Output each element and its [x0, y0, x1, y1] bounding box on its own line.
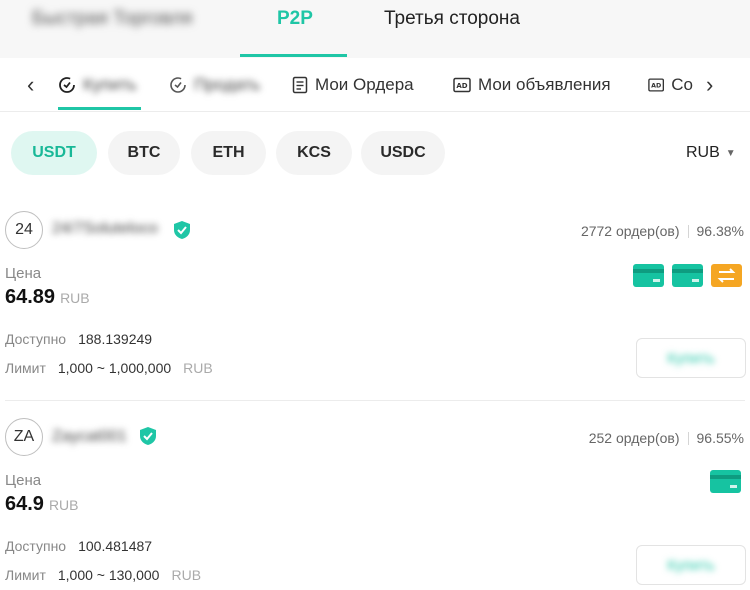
nav-buy[interactable]: Купить [58, 75, 137, 95]
caret-down-icon: ▼ [725, 147, 736, 159]
available-row: Доступно 100.481487 [5, 538, 152, 554]
currency-selector[interactable]: RUB ▼ [686, 144, 736, 162]
divider [687, 431, 689, 445]
price: 64.9 RUB [5, 493, 79, 516]
buy-button-label: Купить [667, 349, 715, 367]
merchant-name[interactable]: Zaycat001 [52, 428, 127, 446]
order-count: 252 ордер(ов) [588, 430, 680, 446]
nav-sell[interactable]: Продать [169, 75, 260, 95]
card-icon [672, 264, 703, 287]
sub-navigation: ‹ Купить Продать Мои Ордера AD Мои объяв… [0, 58, 750, 112]
card-icon [710, 470, 741, 493]
coin-chip-usdt[interactable]: USDT [11, 131, 97, 175]
coin-chip-eth[interactable]: ETH [191, 131, 266, 175]
price-value: 64.89 [5, 286, 56, 308]
chevron-right-icon[interactable]: › [706, 72, 713, 98]
active-tab-indicator [240, 54, 347, 57]
divider [687, 224, 689, 238]
avatar[interactable]: 24 [5, 211, 43, 249]
nav-buy-label: Купить [83, 75, 137, 94]
svg-text:AD: AD [456, 82, 467, 90]
buy-icon [59, 77, 75, 93]
available-value: 188.139249 [78, 331, 153, 347]
coin-chip-usdc[interactable]: USDC [361, 131, 445, 175]
price-label: Цена [5, 265, 42, 282]
order-count: 2772 ордер(ов) [580, 223, 680, 239]
nav-more-label: Со [671, 75, 693, 94]
available-row: Доступно 188.139249 [5, 331, 152, 347]
limit-currency: RUB [183, 360, 213, 376]
top-tab-bar: Быстрая Торговля P2P Третья сторона [0, 0, 750, 58]
buy-button[interactable]: Купить [636, 545, 746, 585]
limit-label: Лимит [5, 360, 46, 376]
merchant-stats: 2772 ордер(ов) 96.38% [581, 223, 744, 239]
orders-icon [292, 76, 308, 94]
price-label: Цена [5, 472, 42, 489]
merchant-name[interactable]: 24/7Soluteloco [52, 220, 158, 238]
nav-my-ads-label: Мои объявления [478, 75, 611, 94]
limit-value: 1,000 ~ 130,000 [57, 567, 160, 583]
limit-row: Лимит 1,000 ~ 130,000 RUB [5, 567, 201, 583]
svg-text:AD: AD [651, 83, 661, 90]
verified-shield-icon [140, 427, 156, 445]
nav-more[interactable]: AD Со [648, 75, 693, 95]
currency-label: RUB [686, 144, 720, 161]
ads-icon: AD [648, 78, 665, 92]
card-icon [633, 264, 664, 287]
coin-chip-btc[interactable]: BTC [108, 131, 180, 175]
available-value: 100.481487 [78, 538, 153, 554]
buy-button[interactable]: Купить [636, 338, 746, 378]
tab-quick-trade[interactable]: Быстрая Торговля [32, 8, 192, 30]
payment-methods [633, 264, 742, 287]
completion-rate: 96.55% [696, 430, 744, 446]
price: 64.89 RUB [5, 286, 90, 309]
price-currency: RUB [48, 497, 79, 513]
tab-p2p[interactable]: P2P [277, 8, 313, 30]
nav-my-orders[interactable]: Мои Ордера [292, 75, 414, 95]
nav-sell-label: Продать [194, 75, 261, 94]
nav-my-orders-label: Мои Ордера [315, 75, 414, 94]
buy-tab-indicator [58, 107, 141, 110]
price-value: 64.9 [5, 493, 44, 515]
limit-currency: RUB [171, 567, 202, 583]
limit-value: 1,000 ~ 1,000,000 [57, 360, 172, 376]
nav-my-ads[interactable]: AD Мои объявления [453, 75, 611, 95]
verified-shield-icon [174, 221, 190, 239]
limit-row: Лимит 1,000 ~ 1,000,000 RUB [5, 360, 213, 376]
tab-third-party[interactable]: Третья сторона [384, 8, 520, 30]
completion-rate: 96.38% [696, 223, 744, 239]
available-label: Доступно [5, 331, 67, 347]
ads-icon: AD [453, 77, 471, 93]
limit-label: Лимит [5, 567, 46, 583]
transfer-icon [711, 264, 742, 287]
buy-button-label: Купить [667, 556, 715, 574]
price-currency: RUB [60, 290, 90, 306]
divider [5, 400, 745, 401]
available-label: Доступно [5, 538, 67, 554]
chevron-left-icon[interactable]: ‹ [27, 72, 34, 98]
merchant-stats: 252 ордер(ов) 96.55% [589, 430, 744, 446]
sell-icon [170, 77, 186, 93]
avatar[interactable]: ZA [5, 418, 43, 456]
coin-chip-kcs[interactable]: KCS [276, 131, 352, 175]
payment-methods [710, 470, 741, 493]
